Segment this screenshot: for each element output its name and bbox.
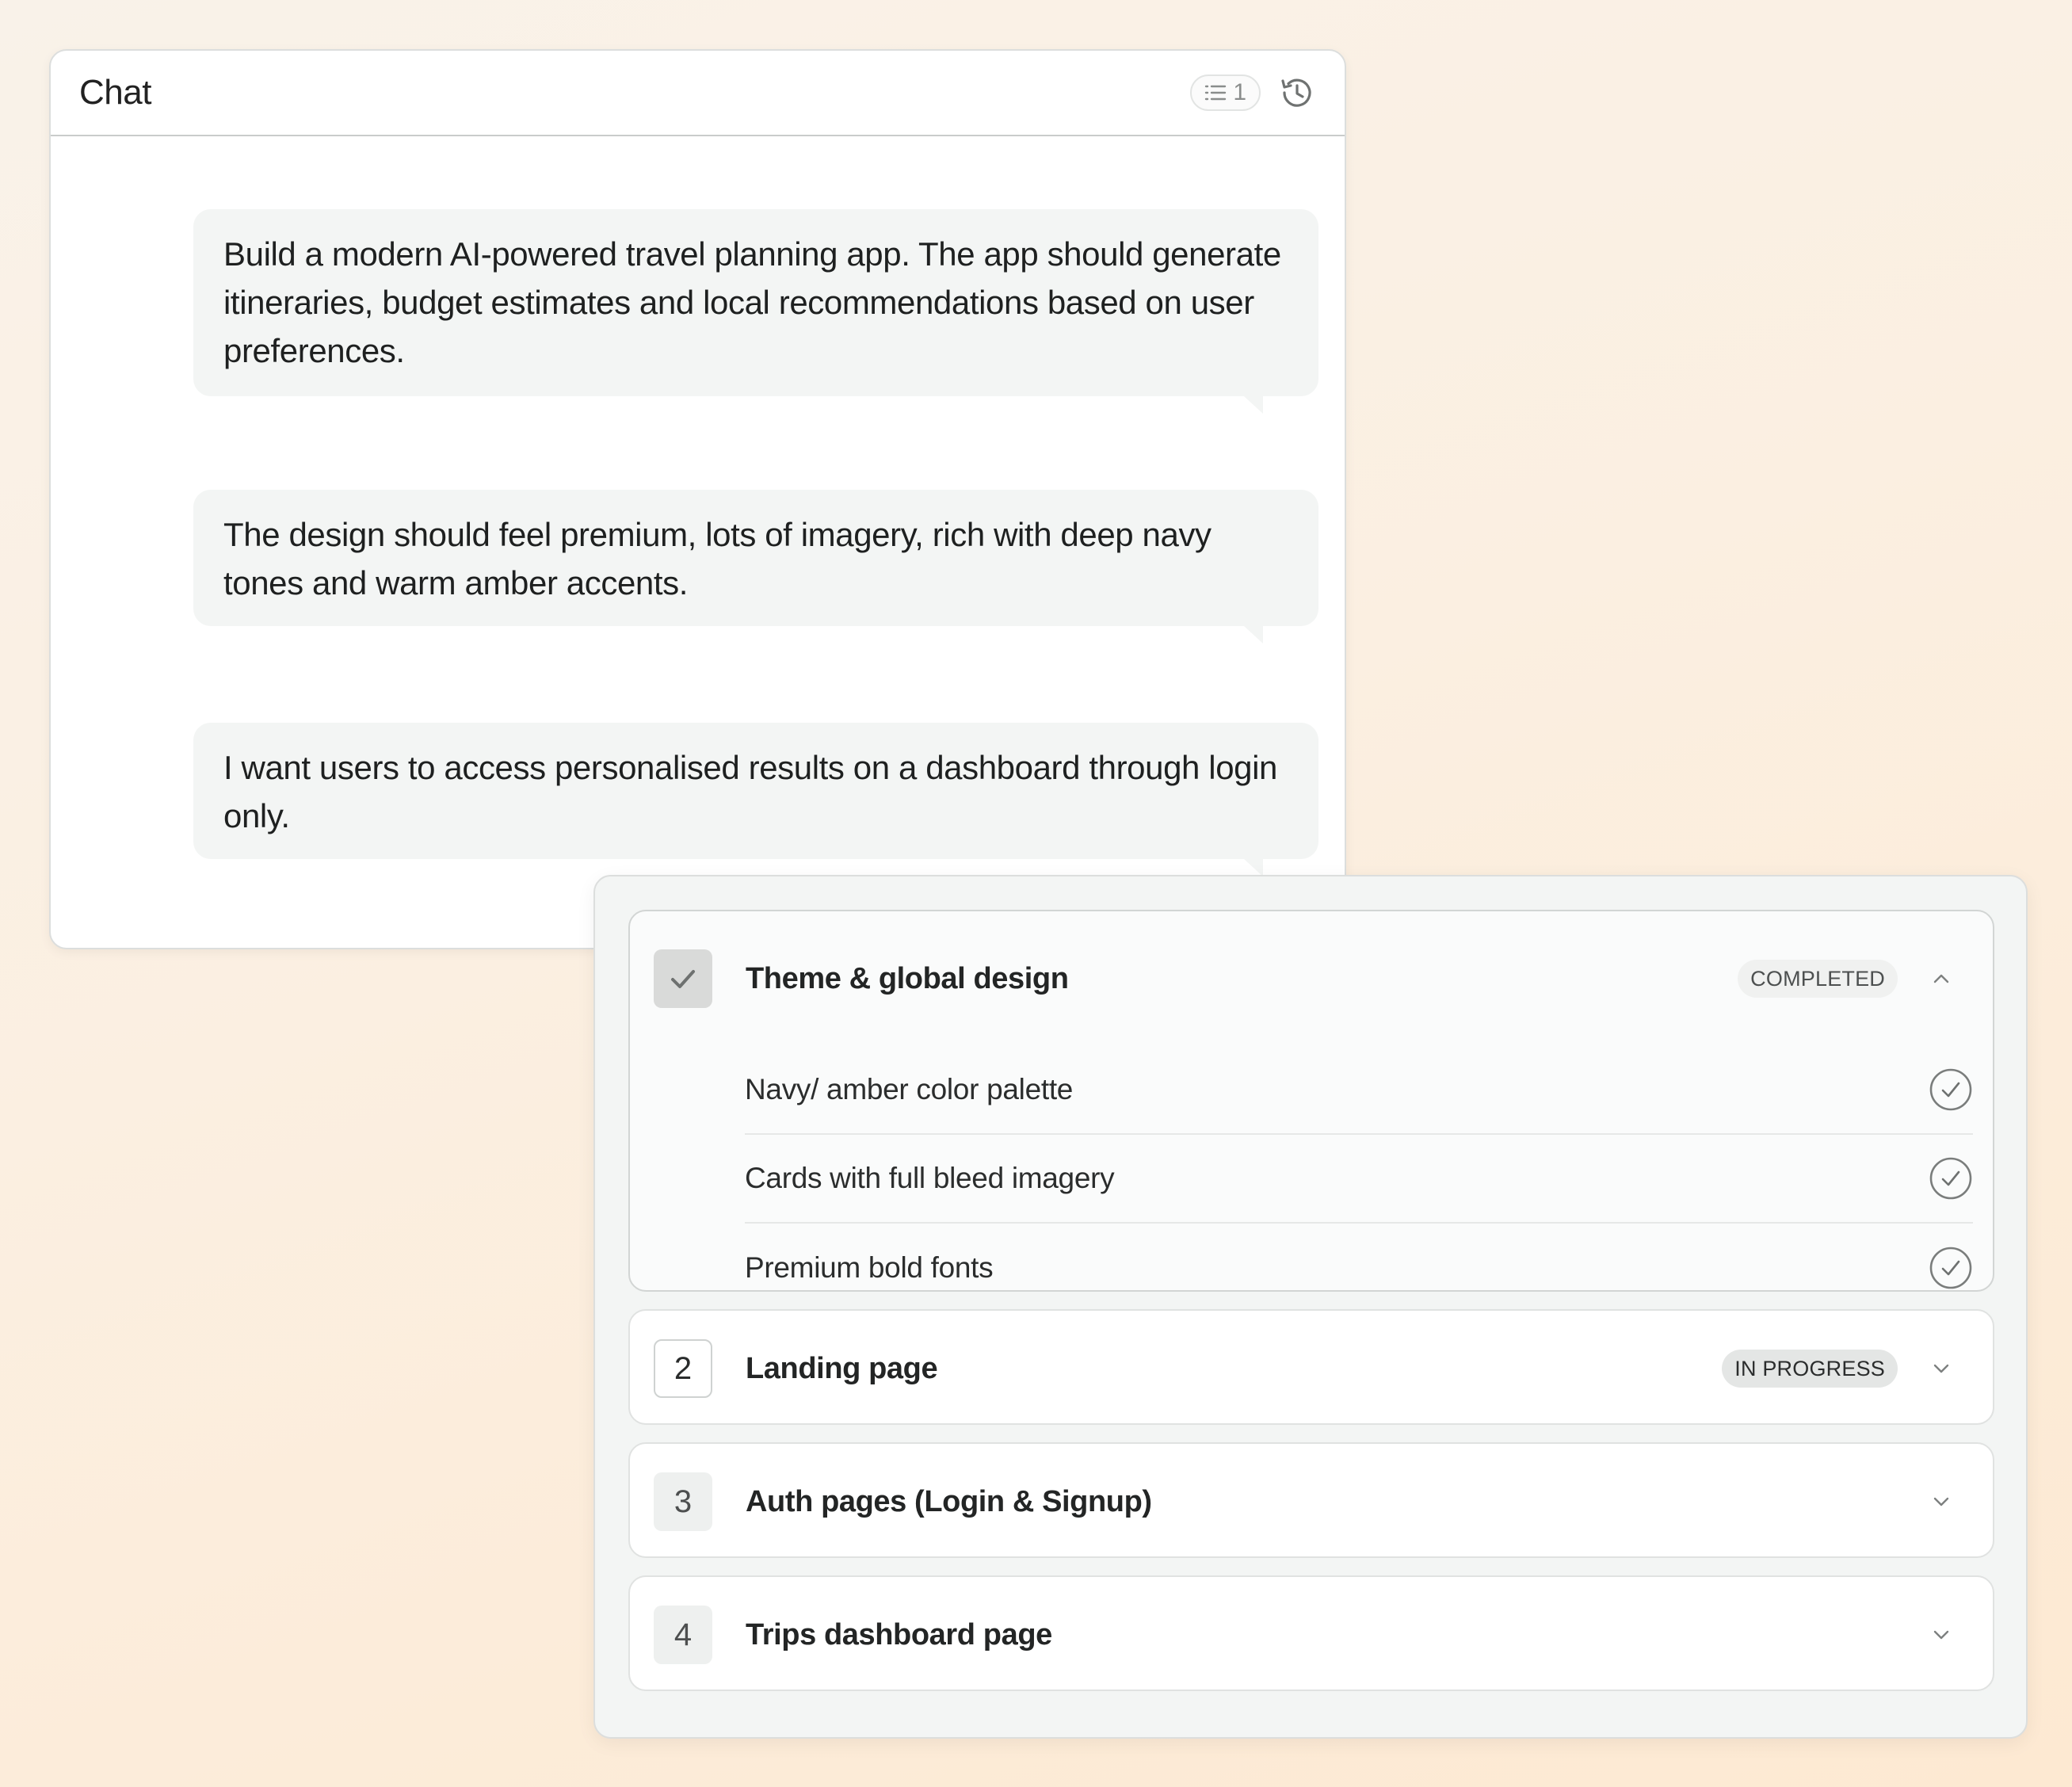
list-icon xyxy=(1205,85,1227,101)
step-header[interactable]: Theme & global design COMPLETED xyxy=(630,911,1993,1046)
queue-button[interactable]: 1 xyxy=(1190,74,1261,111)
chevron-down-icon[interactable] xyxy=(1914,1363,1969,1374)
substep-label: Navy/ amber color palette xyxy=(745,1073,1074,1105)
step-number: 2 xyxy=(654,1339,712,1398)
substep-item: Navy/ amber color palette xyxy=(745,1046,1973,1135)
plan-step: 2 Landing page IN PROGRESS xyxy=(628,1309,1994,1425)
step-title: Auth pages (Login & Signup) xyxy=(746,1484,1152,1518)
chevron-up-icon[interactable] xyxy=(1914,973,1969,984)
status-badge: IN PROGRESS xyxy=(1722,1350,1898,1388)
step-title: Trips dashboard page xyxy=(746,1617,1052,1651)
step-number: 3 xyxy=(654,1472,712,1531)
substep-list: Navy/ amber color palette Cards with ful… xyxy=(745,1046,1973,1312)
check-circle-icon xyxy=(1929,1247,1972,1289)
chat-header: Chat 1 xyxy=(51,51,1345,136)
check-circle-icon xyxy=(1929,1157,1972,1200)
substep-label: Premium bold fonts xyxy=(745,1251,994,1284)
plan-step: Theme & global design COMPLETED Navy/ am… xyxy=(628,910,1994,1292)
plan-step: 3 Auth pages (Login & Signup) xyxy=(628,1442,1994,1558)
user-message: The design should feel premium, lots of … xyxy=(193,490,1318,643)
chevron-down-icon[interactable] xyxy=(1914,1496,1969,1507)
check-icon xyxy=(671,970,695,988)
step-header[interactable]: 2 Landing page IN PROGRESS xyxy=(630,1311,1993,1426)
substep-label: Cards with full bleed imagery xyxy=(745,1162,1115,1194)
plan-step: 4 Trips dashboard page xyxy=(628,1575,1994,1691)
substep-item: Premium bold fonts xyxy=(745,1224,1973,1312)
history-button[interactable] xyxy=(1278,74,1316,112)
header-actions: 1 xyxy=(1190,74,1316,112)
step-number: 4 xyxy=(654,1606,712,1664)
step-header[interactable]: 3 Auth pages (Login & Signup) xyxy=(630,1444,1993,1560)
check-circle-icon xyxy=(1929,1068,1972,1111)
chat-title: Chat xyxy=(79,73,151,112)
substep-item: Cards with full bleed imagery xyxy=(745,1135,1973,1224)
queue-count: 1 xyxy=(1233,79,1246,105)
user-message: I want users to access personalised resu… xyxy=(193,723,1318,876)
step-header[interactable]: 4 Trips dashboard page xyxy=(630,1577,1993,1693)
user-message: Build a modern AI-powered travel plannin… xyxy=(193,209,1318,414)
step-done-indicator xyxy=(654,949,712,1008)
chat-window: Chat 1 Build a modern AI-powered travel … xyxy=(49,49,1346,949)
history-icon xyxy=(1281,78,1311,107)
step-title: Landing page xyxy=(746,1351,938,1385)
plan-panel: Theme & global design COMPLETED Navy/ am… xyxy=(593,875,2028,1739)
chevron-down-icon[interactable] xyxy=(1914,1629,1969,1640)
step-title: Theme & global design xyxy=(746,961,1069,995)
status-badge: COMPLETED xyxy=(1738,960,1898,998)
